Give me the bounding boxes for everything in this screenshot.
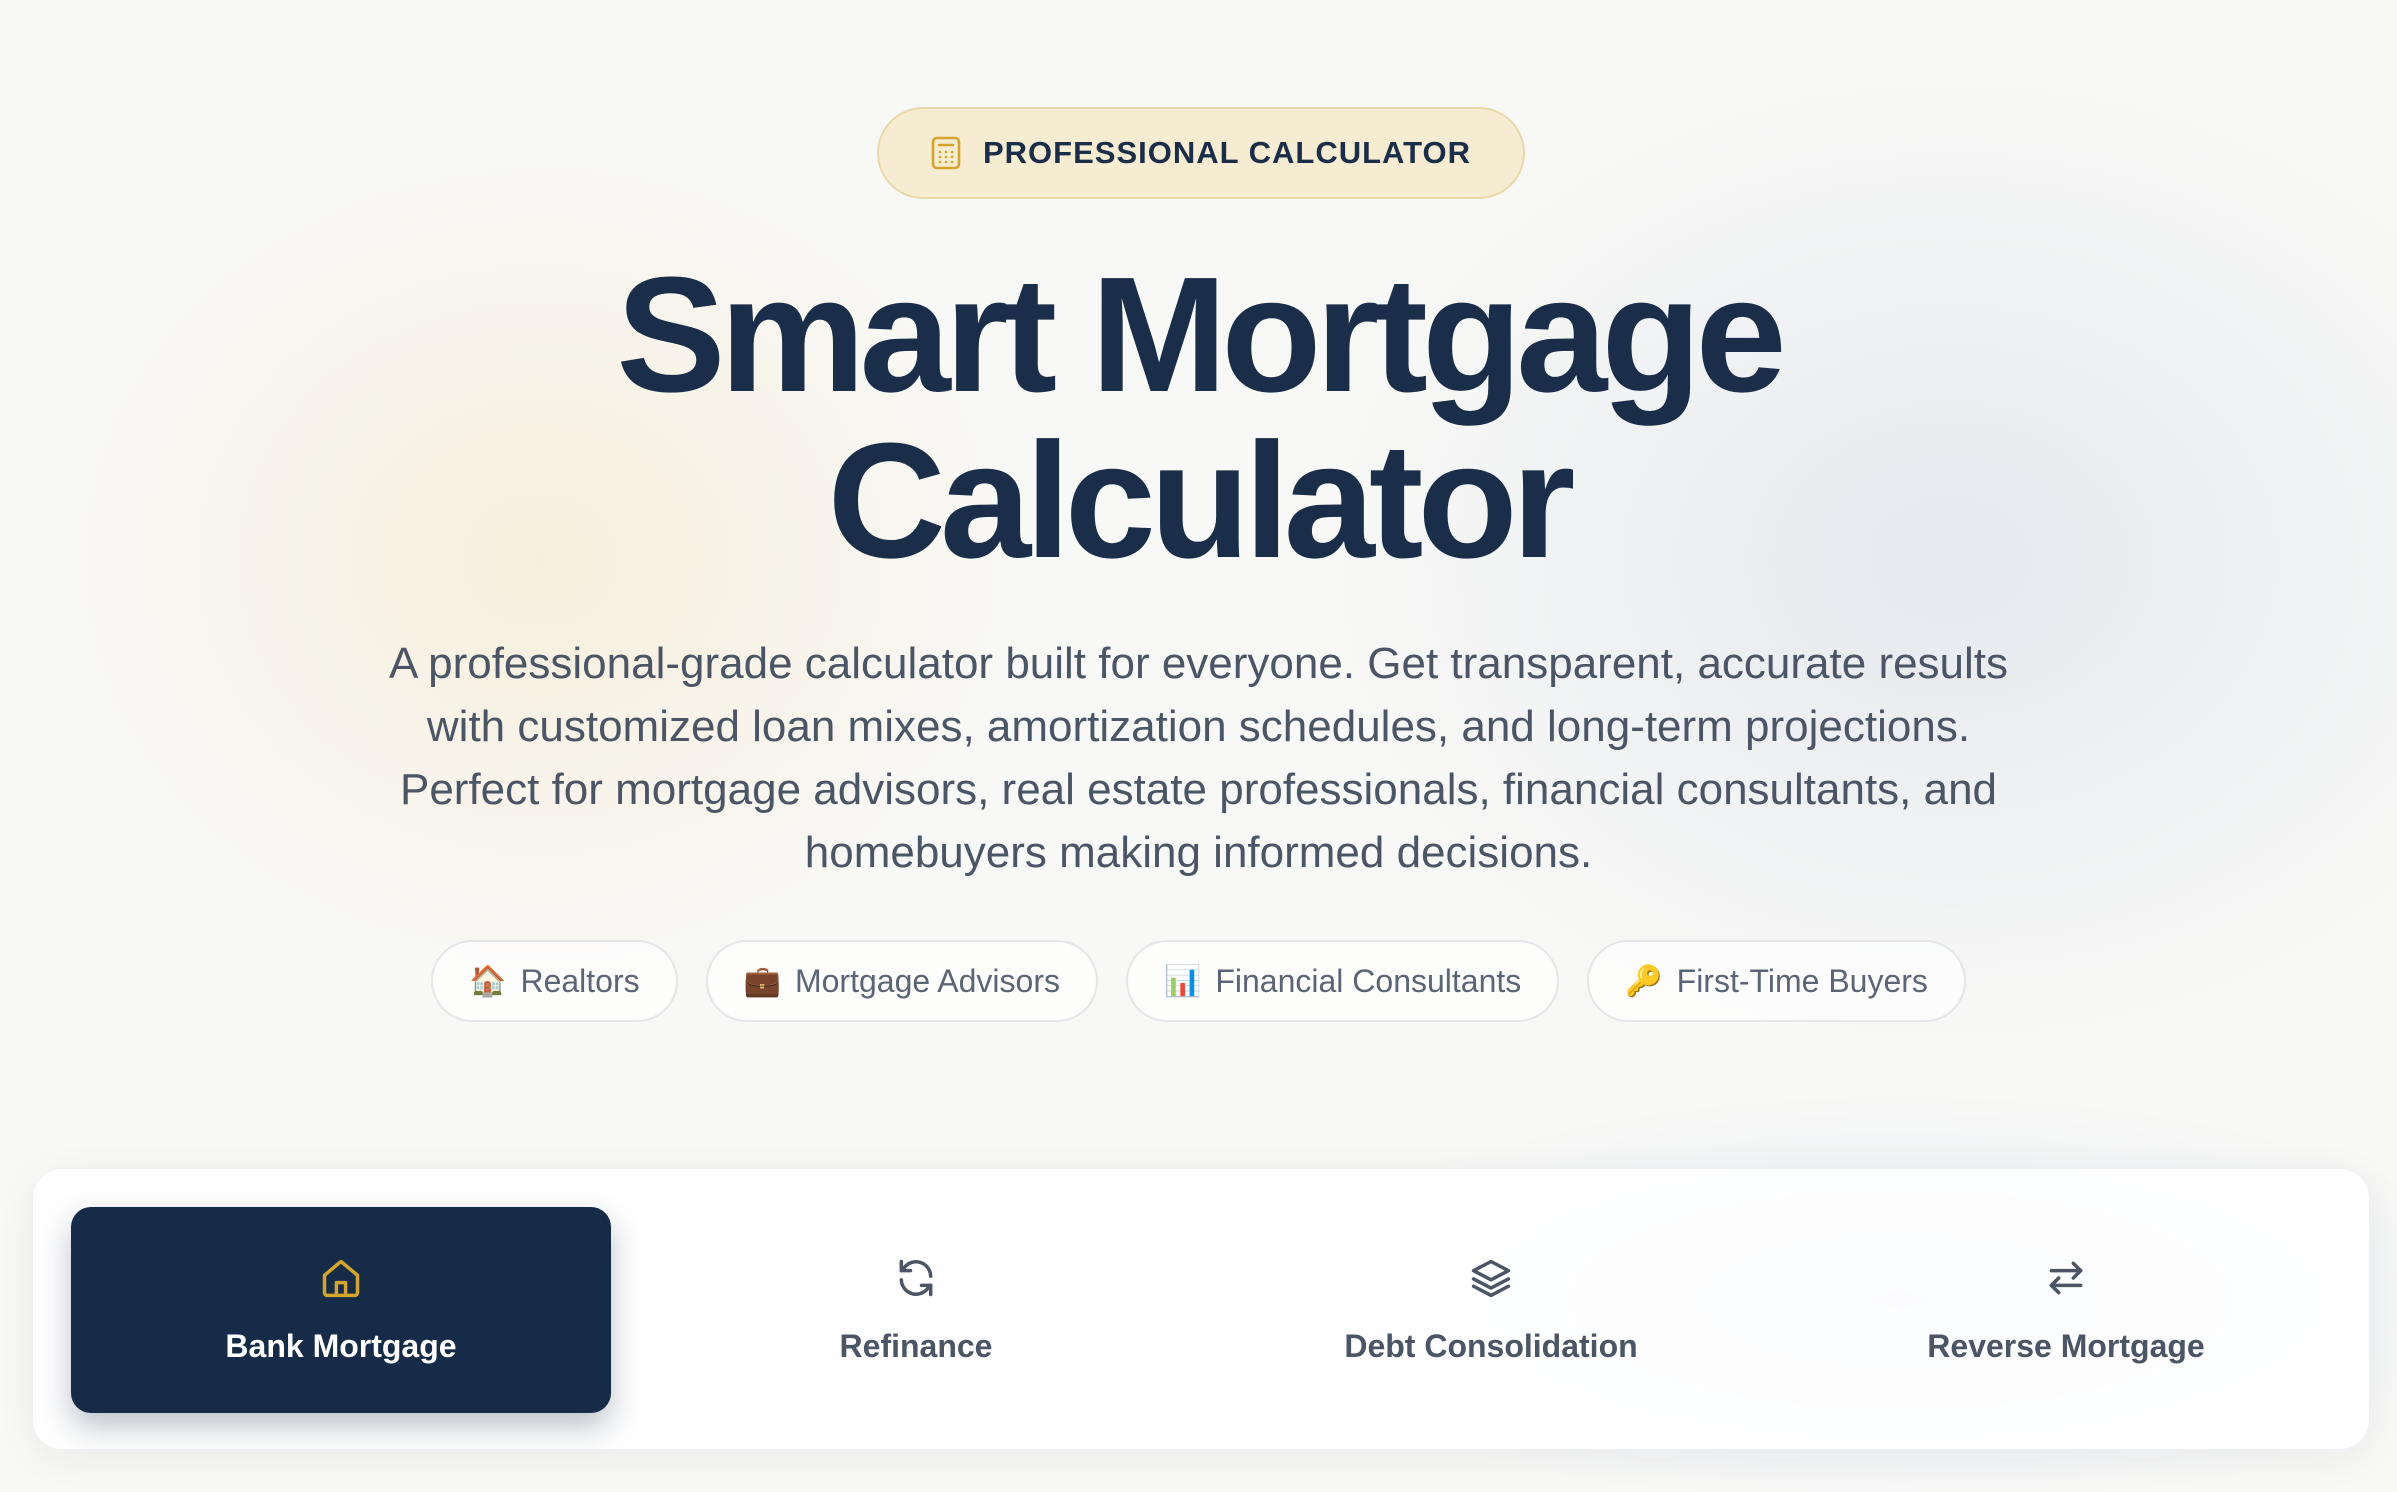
tab-debt-consolidation[interactable]: Debt Consolidation (1221, 1207, 1761, 1413)
refresh-icon (894, 1256, 938, 1300)
tab-bank-mortgage[interactable]: Bank Mortgage (71, 1207, 611, 1413)
house-icon: 🏠 (469, 963, 507, 999)
calculator-type-tabs: Bank Mortgage Refinance Debt Consolidati… (32, 1168, 2370, 1450)
bar-chart-icon: 📊 (1163, 963, 1202, 999)
title-line-1: Smart Mortgage (616, 243, 1786, 426)
hero-description: A professional-grade calculator built fo… (388, 639, 2009, 877)
chip-first-time-buyers: 🔑 First-Time Buyers (1587, 940, 1966, 1022)
chip-label: Mortgage Advisors (794, 962, 1060, 999)
tab-reverse-mortgage[interactable]: Reverse Mortgage (1796, 1207, 2336, 1413)
audience-chips: 🏠 Realtors 💼 Mortgage Advisors 📊 Financi… (0, 940, 2397, 1022)
calculator-icon (931, 136, 961, 170)
chip-mortgage-advisors: 💼 Mortgage Advisors (705, 940, 1098, 1022)
page-title: Smart Mortgage Calculator (0, 252, 2397, 584)
briefcase-icon: 💼 (743, 963, 781, 999)
professional-calculator-badge: PROFESSIONAL CALCULATOR (877, 107, 1525, 199)
home-icon (319, 1256, 363, 1300)
chip-financial-consultants: 📊 Financial Consultants (1125, 940, 1560, 1022)
chip-realtors: 🏠 Realtors (431, 940, 678, 1022)
swap-arrows-icon (2044, 1256, 2088, 1300)
tab-label: Refinance (839, 1327, 993, 1364)
chip-label: Financial Consultants (1215, 962, 1522, 999)
tab-label: Bank Mortgage (225, 1327, 457, 1364)
tab-refinance[interactable]: Refinance (646, 1207, 1186, 1413)
tab-label: Reverse Mortgage (1927, 1327, 2205, 1364)
badge-label: PROFESSIONAL CALCULATOR (982, 135, 1471, 170)
tab-label: Debt Consolidation (1344, 1327, 1638, 1364)
layers-icon (1469, 1256, 1513, 1300)
chip-label: First-Time Buyers (1676, 962, 1928, 999)
chip-label: Realtors (520, 962, 640, 999)
key-icon: 🔑 (1625, 963, 1663, 999)
title-line-2: Calculator (827, 409, 1576, 592)
